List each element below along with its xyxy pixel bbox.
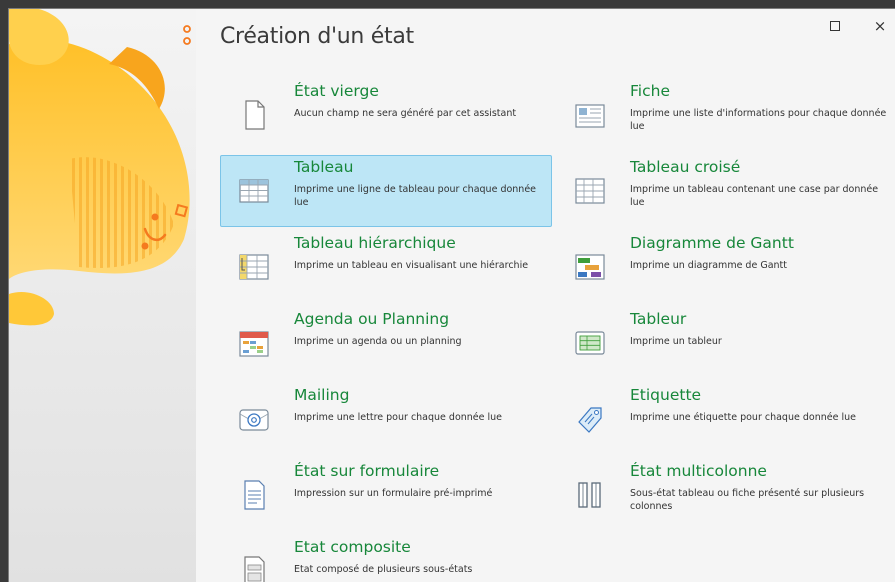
- option-label: État sur formulaire: [294, 462, 440, 480]
- dialog-window: Création d'un état × État vierge Aucun c…: [8, 8, 895, 582]
- option-etat-composite[interactable]: Etat composite Etat composé de plusieurs…: [220, 535, 552, 582]
- form-card-icon: [573, 98, 607, 132]
- option-description: Imprime un agenda ou un planning: [294, 336, 462, 347]
- columns-icon: [573, 478, 607, 512]
- option-description: Aucun champ ne sera généré par cet assis…: [294, 108, 517, 119]
- crosstab-icon: [573, 174, 607, 208]
- screen: Création d'un état × État vierge Aucun c…: [0, 0, 895, 582]
- label-tag-icon: [573, 402, 607, 436]
- option-description: Imprime un tableau en visualisant une hi…: [294, 260, 529, 271]
- option-label: Etat composite: [294, 538, 411, 556]
- option-mailing[interactable]: Mailing Imprime une lettre pour chaque d…: [220, 383, 552, 455]
- composite-doc-icon: [237, 554, 271, 582]
- option-etiquette[interactable]: Etiquette Imprime une étiquette pour cha…: [556, 383, 888, 455]
- option-description: Sous-état tableau ou fiche présenté sur …: [630, 488, 865, 512]
- option-description: Imprime une liste d'informations pour ch…: [630, 108, 887, 132]
- option-label: Etiquette: [630, 386, 702, 404]
- gantt-icon: [573, 250, 607, 284]
- table-icon: [237, 174, 271, 208]
- option-label: Agenda ou Planning: [294, 310, 450, 328]
- option-tableur[interactable]: Tableur Imprime un tableur: [556, 307, 888, 379]
- option-tableau[interactable]: Tableau Imprime une ligne de tableau pou…: [220, 155, 552, 227]
- tree-table-icon: [237, 250, 271, 284]
- option-label: État multicolonne: [630, 462, 767, 480]
- option-description: Imprime un tableur: [630, 336, 722, 347]
- main-panel: Création d'un état × État vierge Aucun c…: [196, 9, 895, 582]
- decorative-side-panel: [9, 9, 196, 582]
- maximize-button[interactable]: [824, 15, 846, 37]
- option-description: Imprime un tableau contenant une case pa…: [630, 184, 879, 208]
- preprinted-form-icon: [237, 478, 271, 512]
- dialog-title: Création d'un état: [220, 24, 414, 49]
- option-agenda[interactable]: Agenda ou Planning Imprime un agenda ou …: [220, 307, 552, 379]
- option-etat-multicolonne[interactable]: État multicolonne Sous-état tableau ou f…: [556, 459, 888, 531]
- at-mail-icon: [237, 402, 271, 436]
- option-fiche[interactable]: Fiche Imprime une liste d'informations p…: [556, 79, 888, 151]
- option-label: Tableau hiérarchique: [294, 234, 456, 252]
- option-tableau-croise[interactable]: Tableau croisé Imprime un tableau conten…: [556, 155, 888, 227]
- option-description: Imprime une ligne de tableau pour chaque…: [294, 184, 537, 208]
- option-tableau-hierarchique[interactable]: Tableau hiérarchique Imprime un tableau …: [220, 231, 552, 303]
- option-gantt[interactable]: Diagramme de Gantt Imprime un diagramme …: [556, 231, 888, 303]
- option-label: Tableur: [630, 310, 687, 328]
- option-description: Impression sur un formulaire pré-imprimé: [294, 488, 493, 499]
- square-icon: [830, 21, 840, 31]
- option-description: Imprime une lettre pour chaque donnée lu…: [294, 412, 503, 423]
- option-label: Diagramme de Gantt: [630, 234, 794, 252]
- option-description: Imprime un diagramme de Gantt: [630, 260, 787, 271]
- option-label: Mailing: [294, 386, 350, 404]
- option-label: État vierge: [294, 82, 379, 100]
- abstract-blob-illustration: [9, 9, 191, 326]
- spreadsheet-icon: [573, 326, 607, 360]
- calendar-icon: [237, 326, 271, 360]
- option-description: Etat composé de plusieurs sous-états: [294, 564, 473, 575]
- option-etat-formulaire[interactable]: État sur formulaire Impression sur un fo…: [220, 459, 552, 531]
- option-description: Imprime une étiquette pour chaque donnée…: [630, 412, 856, 423]
- close-button[interactable]: ×: [869, 15, 891, 37]
- option-label: Tableau: [294, 158, 354, 176]
- option-label: Tableau croisé: [630, 158, 741, 176]
- option-etat-vierge[interactable]: État vierge Aucun champ ne sera généré p…: [220, 79, 552, 151]
- blank-page-icon: [237, 98, 271, 132]
- option-label: Fiche: [630, 82, 670, 100]
